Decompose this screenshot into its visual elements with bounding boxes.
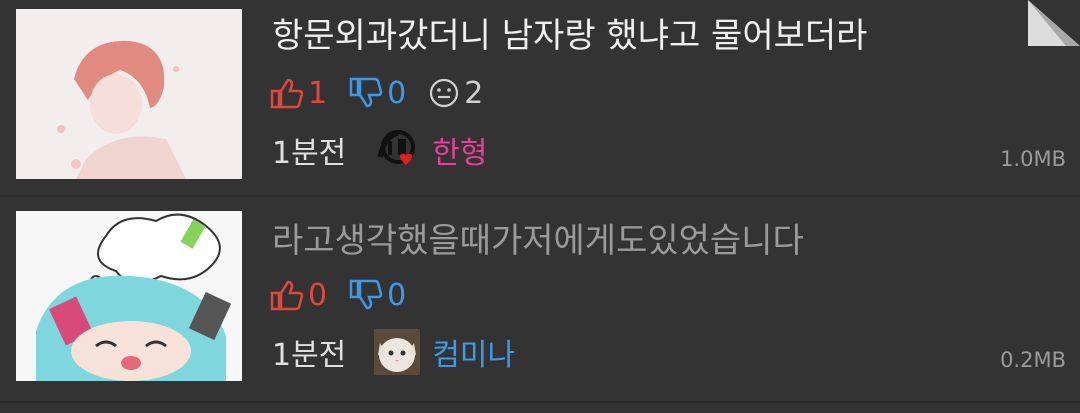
- post-stats: 0 0: [270, 275, 428, 315]
- author-nickname[interactable]: 한형: [432, 128, 487, 172]
- page-fold-icon: [1028, 0, 1080, 46]
- upvote-value: 1: [308, 75, 328, 111]
- downvote-value: 0: [387, 75, 407, 111]
- file-size: 0.2MB: [1000, 348, 1066, 372]
- post-thumbnail[interactable]: [16, 211, 242, 381]
- upvote-count[interactable]: 0: [270, 278, 327, 313]
- post-thumbnail[interactable]: [16, 9, 242, 179]
- thumbs-up-icon: [270, 280, 304, 311]
- avatar[interactable]: [374, 127, 421, 173]
- post-title[interactable]: 항문외과갔더니 남자랑 했냐고 물어보더라: [272, 16, 867, 56]
- avatar[interactable]: [374, 329, 421, 375]
- post-stats: 1 0 2: [270, 73, 505, 113]
- comment-value: 2: [464, 75, 484, 111]
- file-size: 1.0MB: [1000, 147, 1066, 171]
- upvote-value: 0: [308, 277, 328, 313]
- post-list-item[interactable]: 항문외과갔더니 남자랑 했냐고 물어보더라 1 0 2 1분전 한형 1.0MB: [0, 0, 1080, 197]
- downvote-count[interactable]: 0: [349, 278, 406, 313]
- thumbs-down-icon: [349, 77, 383, 108]
- post-time: 1분전: [272, 338, 347, 373]
- post-list-item[interactable]: 라고생각했을때가저에게도있었습니다 0 0 1분전 컴미나 0.2MB: [0, 197, 1080, 403]
- post-title[interactable]: 라고생각했을때가저에게도있었습니다: [272, 221, 804, 261]
- post-time: 1분전: [272, 136, 347, 171]
- comment-count[interactable]: 2: [428, 76, 483, 111]
- downvote-value: 0: [387, 277, 407, 313]
- downvote-count[interactable]: 0: [349, 76, 406, 111]
- upvote-count[interactable]: 1: [270, 76, 327, 111]
- author-nickname[interactable]: 컴미나: [432, 330, 515, 374]
- post-meta: 1분전 한형: [272, 127, 488, 173]
- smiley-icon: [430, 78, 459, 108]
- thumbs-down-icon: [349, 279, 383, 310]
- post-meta: 1분전 컴미나: [272, 329, 515, 375]
- thumbs-up-icon: [270, 78, 304, 109]
